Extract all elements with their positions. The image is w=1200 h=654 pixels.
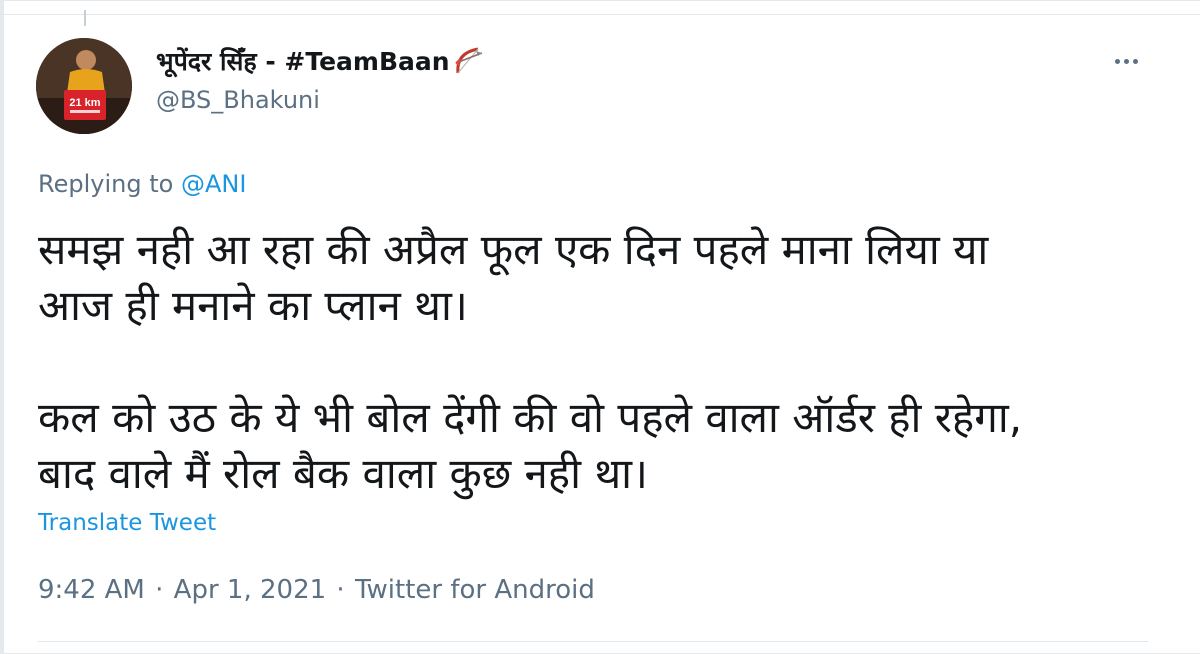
tweet-metadata: 9:42 AM · Apr 1, 2021 · Twitter for Andr… <box>38 575 595 605</box>
tweet-text: समझ नही आ रहा की अप्रैल फूल एक दिन पहले … <box>38 225 1023 498</box>
translate-tweet-link[interactable]: Translate Tweet <box>38 510 216 536</box>
replying-prefix: Replying to <box>38 170 174 198</box>
bow-and-arrow-icon <box>452 45 486 77</box>
separator: · <box>336 575 345 605</box>
author-display-name[interactable]: भूपेंदर सिँह - #TeamBaan <box>156 44 450 78</box>
divider-top <box>0 14 1200 15</box>
tweet-time[interactable]: 9:42 AM <box>38 575 145 605</box>
avatar[interactable]: 21 km <box>36 38 132 134</box>
replying-to-link[interactable]: @ANI <box>181 170 246 198</box>
author-handle[interactable]: @BS_Bhakuni <box>156 86 320 114</box>
author-name-row[interactable]: भूपेंदर सिँह - #TeamBaan <box>156 44 486 78</box>
tweet-source[interactable]: Twitter for Android <box>355 575 595 605</box>
tweet-date[interactable]: Apr 1, 2021 <box>174 575 326 605</box>
divider-bottom <box>38 641 1148 642</box>
replying-to: Replying to @ANI <box>38 170 246 198</box>
separator: · <box>155 575 164 605</box>
more-options-icon[interactable] <box>1106 48 1146 74</box>
thread-connector <box>84 10 86 26</box>
avatar-badge-text: 21 km <box>69 97 100 109</box>
